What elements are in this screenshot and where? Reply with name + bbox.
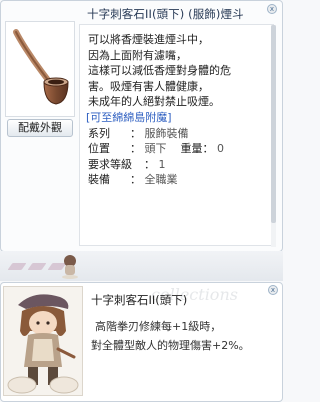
close-icon[interactable]: x — [268, 285, 278, 295]
stat-equip: 裝備： 全職業 — [88, 173, 178, 187]
item-preview-image — [5, 21, 75, 117]
description-line: 這樣可以減低香煙對身體的危 — [88, 64, 231, 78]
card-slot-strip — [0, 251, 283, 281]
outfit-button[interactable]: 配戴外觀 — [7, 119, 73, 137]
stat-label: 重量 — [180, 142, 203, 156]
description-line: 因為上面附有濾嘴， — [88, 48, 187, 62]
card-effect-line: 高階拳刃修練每+1級時， — [95, 320, 222, 333]
stat-series: 系列： 服飾裝備 — [88, 126, 189, 140]
stat-position: 位置： 頭下 重量： 0 — [88, 142, 224, 156]
description-line: 可以將香煙裝進煙斗中， — [88, 33, 209, 46]
stat-label: 裝備 — [88, 173, 110, 187]
item-title: 十字刺客石II(頭下) (服飾)煙斗 — [87, 7, 244, 21]
item-description-panel: 可以將香煙裝進煙斗中， 因為上面附有濾嘴， 這樣可以減低香煙對身體的危 害。吸煙… — [79, 24, 274, 246]
description-line: 害。吸煙有害人體健康， — [88, 79, 209, 93]
stat-value: 1 — [158, 157, 166, 171]
stat-label: 系列 — [88, 126, 110, 140]
pipe-icon — [13, 29, 69, 105]
scrollbar-thumb[interactable] — [271, 25, 276, 223]
enchant-link[interactable]: [可至綿綿島附魔] — [86, 111, 172, 124]
item-info-window: 十字刺客石II(頭下) (服飾)煙斗 x 配戴外觀 可以將香煙裝進煙斗中， 因為… — [0, 0, 283, 252]
stat-value: 服飾裝備 — [144, 126, 189, 140]
stat-value: 頭下 — [144, 142, 167, 156]
stat-value: 全職業 — [144, 173, 178, 187]
scrollbar[interactable] — [271, 25, 276, 247]
close-icon[interactable]: x — [267, 4, 277, 14]
card-slot-icon[interactable] — [60, 253, 80, 279]
stat-level: 要求等級： 1 — [88, 157, 166, 171]
card-effect-text: 高階拳刃修練每+1級時， 對全體型敵人的物理傷害+2%。 — [91, 317, 250, 355]
stat-label: 要求等級 — [88, 157, 132, 171]
card-effect-line: 對全體型敵人的物理傷害+2%。 — [91, 339, 250, 352]
empty-slot-icon — [27, 263, 47, 270]
stat-label: 位置 — [88, 142, 110, 156]
card-illustration — [3, 286, 83, 396]
card-info-window: collections x 十字刺客石II(頭下) 高階拳刃修練每+1級時， 對… — [0, 282, 283, 402]
description-line: 未成年的人絕對禁止吸煙。 — [88, 95, 220, 109]
stat-value: 0 — [217, 142, 224, 156]
empty-slot-icon — [7, 263, 27, 270]
card-title: 十字刺客石II(頭下) — [91, 293, 188, 307]
